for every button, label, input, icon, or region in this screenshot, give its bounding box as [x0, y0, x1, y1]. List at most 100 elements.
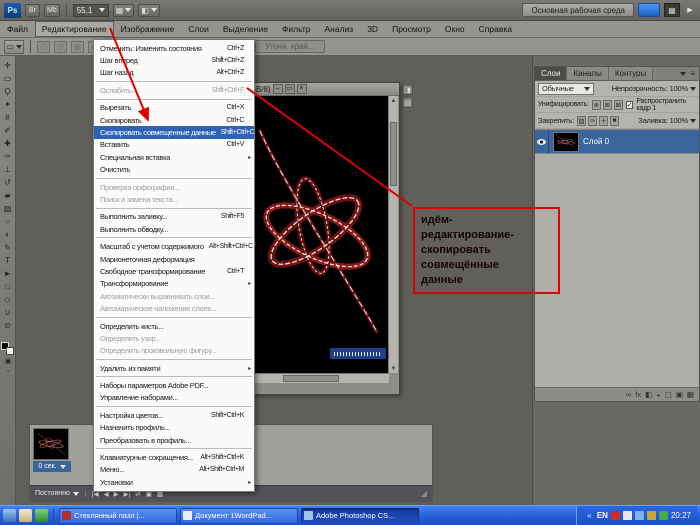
blend-mode-select[interactable]: Обычные — [538, 82, 594, 95]
fill-value[interactable]: 100% — [670, 116, 689, 125]
menubar-item[interactable]: Фильтр — [275, 21, 318, 37]
dodge-tool[interactable]: ◐ — [1, 228, 15, 241]
menubar-item[interactable]: Анализ — [318, 21, 361, 37]
edit-menu-item[interactable]: Очистить — [94, 164, 254, 176]
edit-menu-item[interactable]: Удалить из памяти — [94, 362, 254, 374]
frame-delay-select[interactable]: 0 сек. — [33, 461, 71, 472]
blur-tool[interactable]: ○ — [1, 215, 15, 228]
scroll-down-icon[interactable]: ▼ — [389, 364, 398, 373]
scroll-up-icon[interactable]: ▲ — [389, 96, 398, 105]
brush-tool[interactable]: ✑ — [1, 150, 15, 163]
tool-preset-button[interactable]: ▭ — [4, 39, 24, 54]
cs-live-badge[interactable] — [638, 3, 660, 17]
lock-pixels-icon[interactable]: ✑ — [588, 115, 598, 126]
edit-menu-item[interactable]: Определить произвольную фигуру... — [94, 345, 254, 357]
layer-mask-icon[interactable]: ◧ — [645, 390, 652, 399]
layer-row-selected[interactable]: Слой 0 — [535, 130, 699, 154]
edit-menu-item[interactable]: Свободное трансформирование Ctrl+T — [94, 265, 254, 277]
quick-launch-icon[interactable] — [3, 509, 16, 522]
resize-grip-icon[interactable]: ◢ — [421, 489, 427, 498]
unify-position-icon[interactable]: ⊕ — [591, 99, 601, 110]
edit-menu-item[interactable]: Настройка цветов... Shift+Ctrl+K — [94, 409, 254, 421]
panel-menu-icon[interactable]: ≡ — [690, 69, 695, 78]
edit-menu-item[interactable]: Шаг вперед Shift+Ctrl+Z — [94, 54, 254, 66]
propagate-frame-checkbox[interactable]: ✓ — [625, 100, 634, 109]
expand-icon[interactable]: ▶ — [684, 3, 696, 17]
tray-icon[interactable] — [622, 511, 632, 520]
new-layer-icon[interactable]: ▣ — [676, 390, 683, 399]
scrollbar-thumb[interactable] — [283, 375, 339, 382]
edit-menu-item[interactable]: Установки — [94, 476, 254, 488]
lock-transparency-icon[interactable]: ▨ — [577, 115, 587, 126]
horizontal-scrollbar[interactable] — [245, 373, 389, 383]
path-selection-tool[interactable]: ► — [1, 267, 15, 280]
delete-layer-icon[interactable]: ▦ — [687, 390, 694, 399]
edit-menu-item[interactable]: Масштаб с учетом содержимого Alt+Shift+C… — [94, 240, 254, 252]
edit-menu-item[interactable]: Преобразовать в профиль... — [94, 434, 254, 446]
healing-brush-tool[interactable]: ✚ — [1, 137, 15, 150]
edit-menu-item[interactable]: Наборы параметров Adobe PDF... — [94, 379, 254, 391]
3d-rotate-tool[interactable]: ◇ — [1, 293, 15, 306]
restore-icon[interactable]: ▭ — [284, 84, 295, 94]
edit-menu-item[interactable]: Трансформирование — [94, 278, 254, 290]
edit-menu-item[interactable]: Определить кисть... — [94, 320, 254, 332]
tray-icon[interactable] — [646, 511, 656, 520]
edit-menu-item[interactable] — [96, 237, 252, 239]
edit-menu-item[interactable]: Определить узор... — [94, 332, 254, 344]
edit-menu-item[interactable]: Шаг назад Alt+Ctrl+Z — [94, 67, 254, 79]
workspace-switcher-button[interactable]: Основная рабочая среда — [522, 3, 634, 17]
canvas[interactable] — [245, 96, 389, 373]
loop-option-select[interactable]: Постоянно — [35, 490, 86, 497]
taskbar-task-button[interactable]: Документ 1WordPad... — [180, 507, 298, 524]
unify-visibility-icon[interactable]: ⊞ — [602, 99, 612, 110]
subtract-selection-icon[interactable]: ▥ — [71, 40, 84, 53]
tray-icon[interactable] — [610, 511, 620, 520]
edit-menu-item[interactable]: Управление наборами... — [94, 392, 254, 404]
menubar-item[interactable]: Выделение — [216, 21, 275, 37]
zoom-level-input[interactable]: 55,1 — [72, 3, 109, 17]
edit-menu-item[interactable]: Меню... Alt+Shift+Ctrl+M — [94, 464, 254, 476]
edit-menu-item[interactable]: Вырезать Ctrl+X — [94, 102, 254, 114]
taskbar-task-button[interactable]: Adobe Photoshop CS... — [301, 507, 419, 524]
menubar-item[interactable]: Справка — [472, 21, 519, 37]
scrollbar-thumb[interactable] — [390, 122, 397, 186]
edit-menu-item[interactable] — [96, 98, 252, 100]
move-tool[interactable]: ✛ — [1, 59, 15, 72]
edit-menu-item[interactable]: Проверка орфографии... — [94, 181, 254, 193]
quick-launch-icon[interactable] — [35, 509, 48, 522]
bridge-button[interactable]: Br — [25, 3, 40, 17]
gradient-tool[interactable]: ▧ — [1, 202, 15, 215]
chevron-down-icon[interactable] — [690, 118, 696, 123]
menubar-item[interactable]: Слои — [181, 21, 216, 37]
edit-menu-item[interactable]: Назначить профиль... — [94, 422, 254, 434]
zoom-tool[interactable]: ⊙ — [1, 319, 15, 332]
eraser-tool[interactable]: ▰ — [1, 189, 15, 202]
panel-grid-icon[interactable]: ▦ — [664, 3, 680, 17]
edit-menu-item[interactable]: Специальная вставка — [94, 151, 254, 163]
edit-menu-item[interactable]: Скопировать совмещенные данные Shift+Ctr… — [94, 126, 254, 139]
unify-style-icon[interactable]: ⊠ — [613, 99, 623, 110]
panel-tab[interactable]: Каналы — [567, 67, 609, 80]
visibility-toggle[interactable] — [535, 130, 549, 154]
crop-tool[interactable]: # — [1, 111, 15, 124]
quick-selection-tool[interactable]: ✦ — [1, 98, 15, 111]
tray-chevron-icon[interactable]: « — [585, 510, 594, 522]
edit-menu-item[interactable]: Автоматически выравнивать слои... — [94, 290, 254, 302]
quick-launch-icon[interactable] — [19, 509, 32, 522]
lock-all-icon[interactable]: ■ — [610, 115, 620, 126]
screen-mode-button[interactable]: ◧ — [138, 3, 160, 17]
layer-style-icon[interactable]: fx — [635, 390, 641, 399]
menubar-item[interactable]: Редактирование — [34, 21, 114, 37]
lock-position-icon[interactable]: ✛ — [599, 115, 609, 126]
frame-thumbnail[interactable] — [33, 428, 69, 460]
menubar-item[interactable]: Изображение — [114, 21, 182, 37]
edit-menu-item[interactable] — [96, 316, 252, 318]
quick-mask-button[interactable]: ▣ — [1, 355, 15, 366]
new-group-icon[interactable]: ▢ — [665, 390, 672, 399]
screen-mode-cycle-button[interactable]: ▫ — [1, 366, 15, 377]
edit-menu-item[interactable]: Марионеточная деформация — [94, 253, 254, 265]
collapse-panel-icon[interactable] — [680, 71, 687, 76]
menubar-item[interactable]: Файл — [0, 21, 35, 37]
menubar-item[interactable]: 3D — [360, 21, 385, 37]
hand-tool[interactable]: ∪ — [1, 306, 15, 319]
